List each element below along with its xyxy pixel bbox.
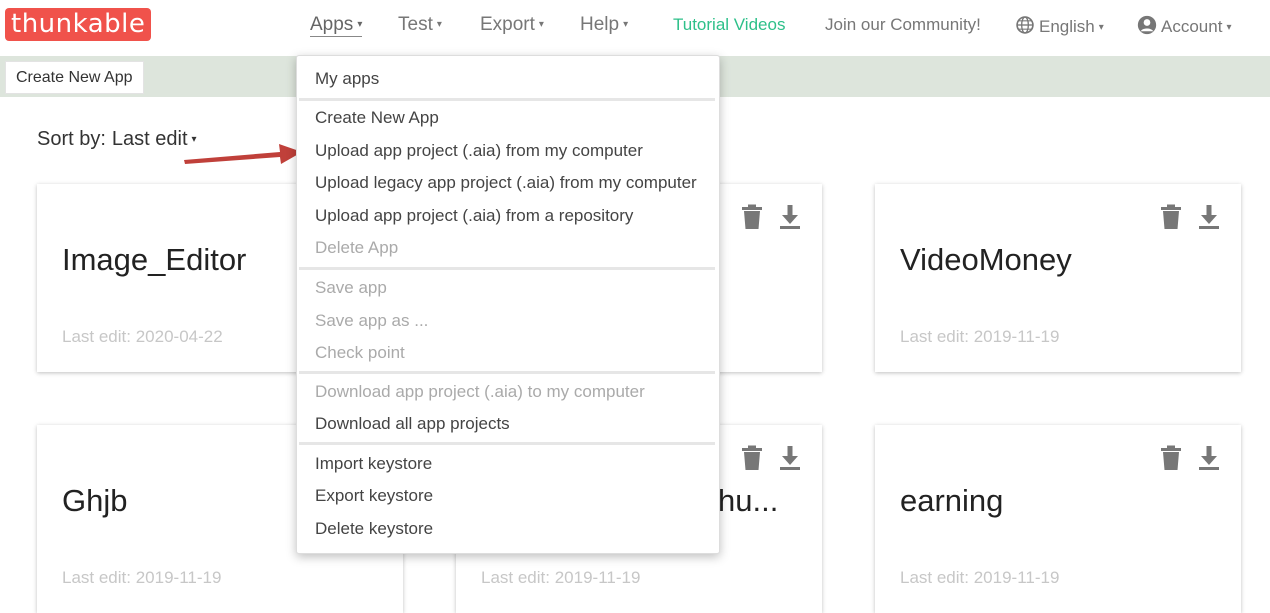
menu-item-delete-app[interactable]: Delete App [315, 238, 398, 258]
app-card-title: earning [900, 483, 1004, 518]
download-icon[interactable] [778, 204, 802, 230]
menu-separator [299, 442, 715, 445]
app-card-title: VideoMoney [900, 242, 1072, 277]
menu-separator [299, 371, 715, 374]
menu-item-delete-keystore[interactable]: Delete keystore [315, 519, 433, 539]
account-icon [1137, 15, 1157, 35]
trash-icon[interactable] [1159, 204, 1183, 230]
app-card-videomoney[interactable]: VideoMoney Last edit: 2019-11-19 [875, 184, 1241, 372]
app-card-last-edit: Last edit: 2019-11-19 [62, 568, 222, 587]
nav-test[interactable]: Test ▾ [398, 14, 442, 36]
trash-icon[interactable] [740, 445, 764, 471]
menu-separator [299, 98, 715, 101]
app-card-title: Image_Editor [62, 242, 247, 277]
nav-tutorial-videos[interactable]: Tutorial Videos [673, 15, 785, 35]
nav-help[interactable]: Help ▾ [580, 14, 628, 36]
nav-account-label: Account [1161, 17, 1223, 36]
sort-by-label: Sort by: [37, 128, 106, 150]
menu-item-upload-aia-computer[interactable]: Upload app project (.aia) from my comput… [315, 141, 643, 161]
menu-item-download-aia[interactable]: Download app project (.aia) to my comput… [315, 382, 645, 402]
nav-export-label: Export [480, 14, 535, 35]
app-card-last-edit: Last edit: 2020-04-22 [62, 327, 223, 346]
chevron-down-icon: ▾ [357, 19, 363, 31]
top-bar: thunkable Apps ▾ Test ▾ Export ▾ Help ▾ Tuto… [0, 0, 1270, 54]
menu-item-import-keystore[interactable]: Import keystore [315, 454, 432, 474]
nav-test-label: Test [398, 14, 433, 35]
nav-language-label: English [1039, 17, 1095, 36]
globe-icon [1016, 16, 1034, 34]
app-card-title: hu... [718, 483, 779, 518]
nav-account[interactable]: Account ▾ [1137, 15, 1231, 37]
menu-item-my-apps[interactable]: My apps [315, 69, 379, 89]
apps-dropdown-menu: My apps Create New App Upload app projec… [296, 55, 720, 554]
download-icon[interactable] [1197, 445, 1221, 471]
download-icon[interactable] [778, 445, 802, 471]
chevron-down-icon: ▾ [1226, 22, 1232, 34]
app-card-last-edit: Last edit: 2019-11-19 [900, 568, 1060, 587]
download-icon[interactable] [1197, 204, 1221, 230]
arrow-annotation [184, 144, 302, 164]
thunkable-logo[interactable]: thunkable [5, 8, 152, 41]
trash-icon[interactable] [740, 204, 764, 230]
chevron-down-icon: ▾ [623, 19, 629, 31]
menu-item-save-app-as[interactable]: Save app as ... [315, 311, 428, 331]
nav-export[interactable]: Export ▾ [480, 14, 544, 36]
sort-by[interactable]: Sort by: Last edit ▾ [37, 128, 197, 151]
nav-language[interactable]: English ▾ [1015, 15, 1104, 37]
app-card-title: Ghjb [62, 483, 128, 518]
app-card-earning[interactable]: earning Last edit: 2019-11-19 [875, 425, 1241, 613]
app-card-last-edit: Last edit: 2019-11-19 [900, 327, 1060, 346]
menu-item-upload-legacy-aia[interactable]: Upload legacy app project (.aia) from my… [315, 173, 697, 193]
menu-item-save-app[interactable]: Save app [315, 278, 387, 298]
create-new-app-button[interactable]: Create New App [5, 61, 144, 94]
trash-icon[interactable] [1159, 445, 1183, 471]
nav-apps-label: Apps [310, 14, 354, 35]
chevron-down-icon: ▾ [436, 19, 442, 31]
menu-separator [299, 267, 715, 270]
menu-item-upload-aia-repository[interactable]: Upload app project (.aia) from a reposit… [315, 206, 633, 226]
chevron-down-icon: ▾ [538, 19, 544, 31]
chevron-down-icon: ▾ [1098, 22, 1104, 34]
menu-item-create-new-app[interactable]: Create New App [315, 108, 439, 128]
nav-apps[interactable]: Apps ▾ [310, 14, 363, 37]
menu-item-export-keystore[interactable]: Export keystore [315, 486, 433, 506]
nav-help-label: Help [580, 14, 620, 35]
menu-item-check-point[interactable]: Check point [315, 343, 405, 363]
sort-by-value: Last edit [111, 128, 188, 150]
nav-join-community[interactable]: Join our Community! [825, 15, 981, 35]
app-card-last-edit: Last edit: 2019-11-19 [481, 568, 641, 587]
menu-item-download-all[interactable]: Download all app projects [315, 414, 510, 434]
